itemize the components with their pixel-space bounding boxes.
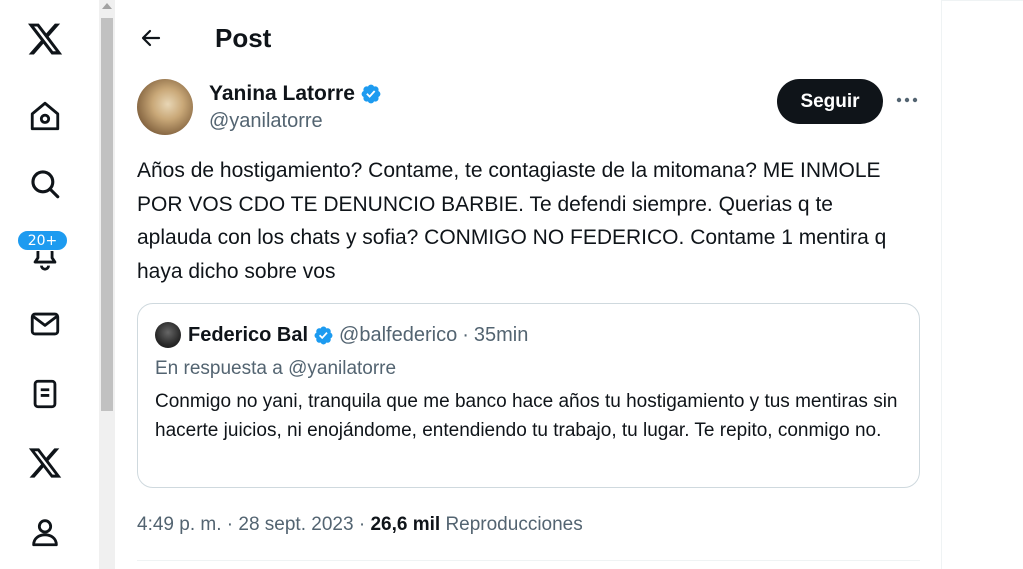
quote-text: Conmigo no yani, tranquila que me banco … xyxy=(155,391,898,441)
quote-reply-to: En respuesta a @yanilatorre xyxy=(155,358,397,379)
home-icon[interactable] xyxy=(22,93,68,139)
left-sidebar: 20+ xyxy=(0,0,99,569)
meta-separator: · xyxy=(358,514,366,535)
quote-header: Federico Bal @balfederico · 35min xyxy=(188,321,528,349)
notifications-badge: 20+ xyxy=(17,230,68,251)
meta-separator: · xyxy=(226,514,234,535)
back-button[interactable] xyxy=(135,22,167,54)
verified-badge-icon xyxy=(314,326,333,344)
quote-author-name: Federico Bal xyxy=(188,324,309,346)
quote-separator: · xyxy=(462,324,469,346)
more-options-button[interactable] xyxy=(893,86,921,114)
post-text: Años de hostigamiento? Contame, te conta… xyxy=(137,159,887,283)
quote-time: 35min xyxy=(473,324,529,346)
scroll-up-arrow-icon[interactable] xyxy=(102,3,112,9)
quote-author-avatar xyxy=(155,322,181,348)
x-premium-icon[interactable] xyxy=(22,440,68,486)
author-avatar[interactable] xyxy=(137,79,193,135)
profile-icon[interactable] xyxy=(22,509,68,555)
divider xyxy=(137,560,920,561)
follow-button[interactable]: Seguir xyxy=(777,79,883,124)
quote-author-handle: @balfederico xyxy=(339,324,458,346)
post-date[interactable]: 28 sept. 2023 xyxy=(238,514,353,535)
more-dots-icon xyxy=(896,97,918,103)
mail-icon[interactable] xyxy=(22,301,68,347)
author-name[interactable]: Yanina Latorre xyxy=(209,81,355,107)
verified-badge-icon xyxy=(361,84,381,104)
author-handle[interactable]: @yanilatorre xyxy=(209,109,323,133)
author-name-row[interactable]: Yanina Latorre xyxy=(209,81,382,107)
right-column-divider xyxy=(942,0,1023,1)
arrow-left-icon xyxy=(141,29,161,47)
search-icon[interactable] xyxy=(22,161,68,207)
scrollbar-thumb[interactable] xyxy=(101,18,113,411)
page-header: Post xyxy=(115,0,942,75)
post-time[interactable]: 4:49 p. m. xyxy=(137,514,222,535)
main-column: Post Yanina Latorre @yanilatorre Seguir … xyxy=(115,0,942,569)
quoted-post[interactable]: Federico Bal @balfederico · 35min En res… xyxy=(137,303,920,488)
list-icon[interactable] xyxy=(22,371,68,417)
page-title: Post xyxy=(215,23,272,53)
x-logo-icon[interactable] xyxy=(22,16,68,62)
post-metadata: 4:49 p. m. · 28 sept. 2023 · 26,6 mil Re… xyxy=(137,511,583,539)
views-label: Reproducciones xyxy=(445,514,583,535)
views-count: 26,6 mil xyxy=(370,514,441,535)
